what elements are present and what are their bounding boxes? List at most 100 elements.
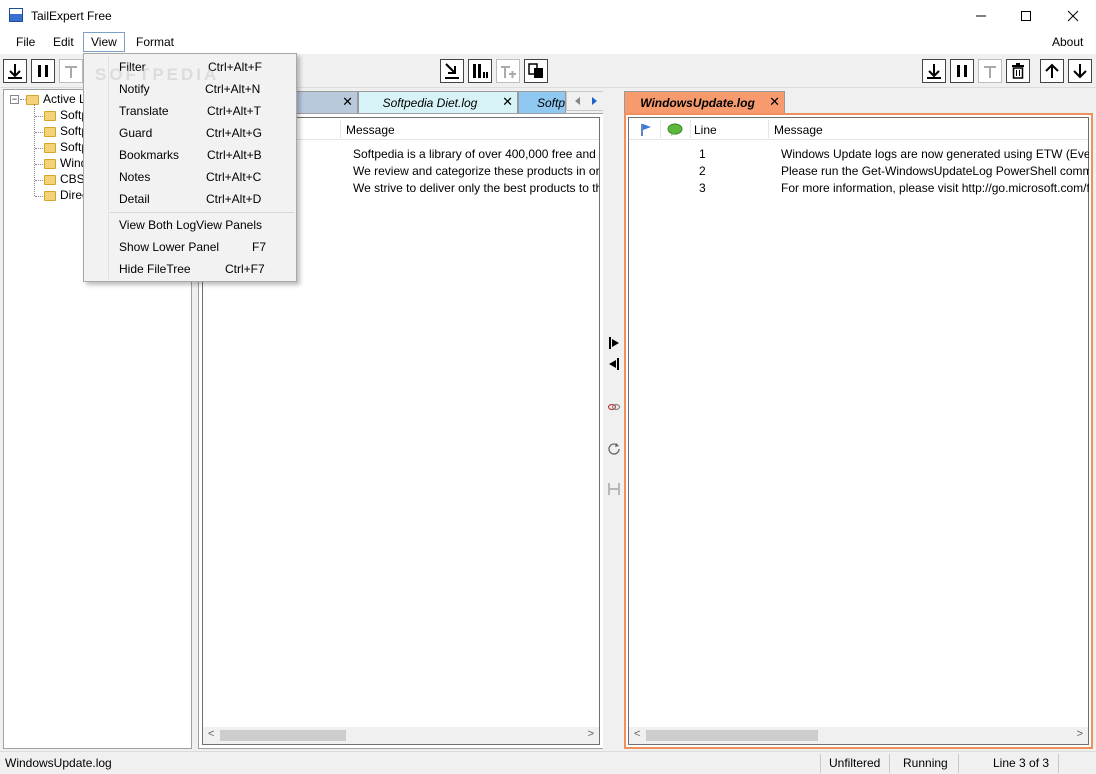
menu-item-hide-filetree[interactable]: Hide FileTree Ctrl+F7 [119,258,294,280]
arrow-down-to-line-icon [8,64,22,79]
menu-item-view-both-logview-panels[interactable]: View Both LogView Panels [119,214,294,236]
tree-item[interactable]: Softp [44,124,88,140]
arrow-down-to-line-icon [927,64,941,79]
menu-item-bookmarks[interactable]: Bookmarks Ctrl+Alt+B [119,144,294,166]
scroll-thumb[interactable] [220,730,346,741]
arrow-down-right-icon [445,63,459,79]
tail-scroll-button[interactable] [3,59,27,83]
unlink-icon[interactable] [607,400,621,414]
right-tail-scroll-button[interactable] [922,59,946,83]
menu-item-label: Guard [119,126,153,140]
maximize-button[interactable] [1003,0,1049,31]
header-separator [660,120,661,138]
right-log-view[interactable]: Line Message 1 Windows Update logs are no… [624,113,1093,749]
tab-scroll-right-icon[interactable] [592,97,597,105]
status-separator [820,754,821,773]
pause-all-button[interactable] [468,59,492,83]
menu-view[interactable]: View [83,32,125,52]
menu-item-translate[interactable]: Translate Ctrl+Alt+T [119,100,294,122]
log-row[interactable]: Softpedia is a library of over 400,000 f… [353,147,599,164]
split-view-button[interactable] [496,59,520,83]
status-bar: WindowsUpdate.log Unfiltered Running Lin… [0,751,1096,774]
pause-icon [957,65,967,77]
scroll-up-button[interactable] [1040,59,1064,83]
sync-icon[interactable] [607,441,621,455]
tree-item-label: CBS [60,172,85,186]
tab-left-1[interactable]: Softpedia Diet.log ✕ [358,91,518,113]
tab-label: Softpedia Diet.log [382,96,478,110]
right-pause-button[interactable] [950,59,974,83]
move-left-icon[interactable] [607,357,621,371]
pause-button[interactable] [31,59,55,83]
log-line-number[interactable]: 1 [699,147,719,164]
menu-item-label: Show Lower Panel [119,240,220,254]
log-row[interactable]: We review and categorize these products … [353,164,599,181]
clear-button[interactable] [1006,59,1030,83]
menu-item-detail[interactable]: Detail Ctrl+Alt+D [119,188,294,210]
menu-about[interactable]: About [1045,33,1090,53]
tree-collapse-icon[interactable]: − [10,95,19,104]
menu-item-notes[interactable]: Notes Ctrl+Alt+C [119,166,294,188]
menu-format[interactable]: Format [129,33,181,53]
tree-item[interactable]: Softp [44,108,88,124]
status-separator [1058,754,1059,773]
log-row[interactable]: We strive to deliver only the best produ… [353,181,599,198]
column-line[interactable]: Line [694,123,717,137]
scroll-right-icon[interactable]: > [588,728,594,740]
scroll-left-icon[interactable]: < [208,728,214,740]
log-line-number[interactable]: 3 [699,181,719,198]
menu-item-shortcut: Ctrl+F7 [225,262,265,276]
tab-scroll-buttons [566,91,604,111]
move-right-icon[interactable] [607,336,621,350]
split-button[interactable] [59,59,83,83]
close-window-button[interactable] [1050,0,1096,31]
menu-item-shortcut: Ctrl+Alt+D [206,192,262,206]
bookmark-flag-icon[interactable] [639,123,653,137]
tab-left-2[interactable]: Softp [518,91,566,113]
column-message[interactable]: Message [774,123,823,137]
scroll-right-icon[interactable]: > [1077,728,1083,740]
fit-width-icon[interactable] [607,482,621,496]
scroll-thumb[interactable] [646,730,818,741]
menu-item-guard[interactable]: Guard Ctrl+Alt+G [119,122,294,144]
tree-item[interactable]: Direc [44,188,88,204]
menu-item-label: Notes [119,170,151,184]
menu-item-label: View Both LogView Panels [119,218,262,232]
menu-file[interactable]: File [9,33,42,53]
log-row[interactable]: For more information, please visit http:… [781,181,1089,198]
tree-connector [34,104,35,196]
copy-all-button[interactable] [524,59,548,83]
minimize-button[interactable] [958,0,1004,31]
log-row[interactable]: Windows Update logs are now generated us… [781,147,1089,164]
note-bubble-icon[interactable] [667,123,683,137]
arrow-up-icon [1045,63,1059,78]
left-horizontal-scrollbar[interactable]: < > [203,727,599,744]
right-horizontal-scrollbar[interactable]: < > [629,727,1088,744]
tab-label: Softp [537,96,566,110]
right-split-button[interactable] [978,59,1002,83]
menu-item-show-lower-panel[interactable]: Show Lower Panel F7 [119,236,294,258]
status-separator [958,754,959,773]
menu-edit[interactable]: Edit [46,33,81,53]
menu-item-shortcut: Ctrl+Alt+B [207,148,262,162]
log-line-number[interactable]: 2 [699,164,719,181]
log-row[interactable]: Please run the Get-WindowsUpdateLog Powe… [781,164,1089,181]
scroll-down-button[interactable] [1068,59,1092,83]
right-log-inner: Line Message 1 Windows Update logs are no… [628,117,1089,745]
tree-item[interactable]: CBS [44,172,85,188]
tab-scroll-left-icon[interactable] [575,97,580,105]
menu-item-label: Hide FileTree [119,262,191,276]
folder-icon [44,158,56,169]
view-menu-dropdown: Filter Ctrl+Alt+F Notify Ctrl+Alt+N Translat… [83,53,297,282]
column-message[interactable]: Message [346,123,395,137]
scroll-left-icon[interactable]: < [634,728,640,740]
tree-item[interactable]: Softp [44,140,88,156]
tab-right-0[interactable]: WindowsUpdate.log ✕ [624,91,785,113]
menu-item-shortcut: Ctrl+Alt+C [206,170,262,184]
tab-scroll-icons [575,97,597,105]
status-position: Line 3 of 3 [993,756,1050,770]
close-icon[interactable]: ✕ [502,94,513,110]
close-icon[interactable]: ✕ [769,94,780,110]
scroll-to-end-button[interactable] [440,59,464,83]
close-icon[interactable]: ✕ [342,94,353,110]
